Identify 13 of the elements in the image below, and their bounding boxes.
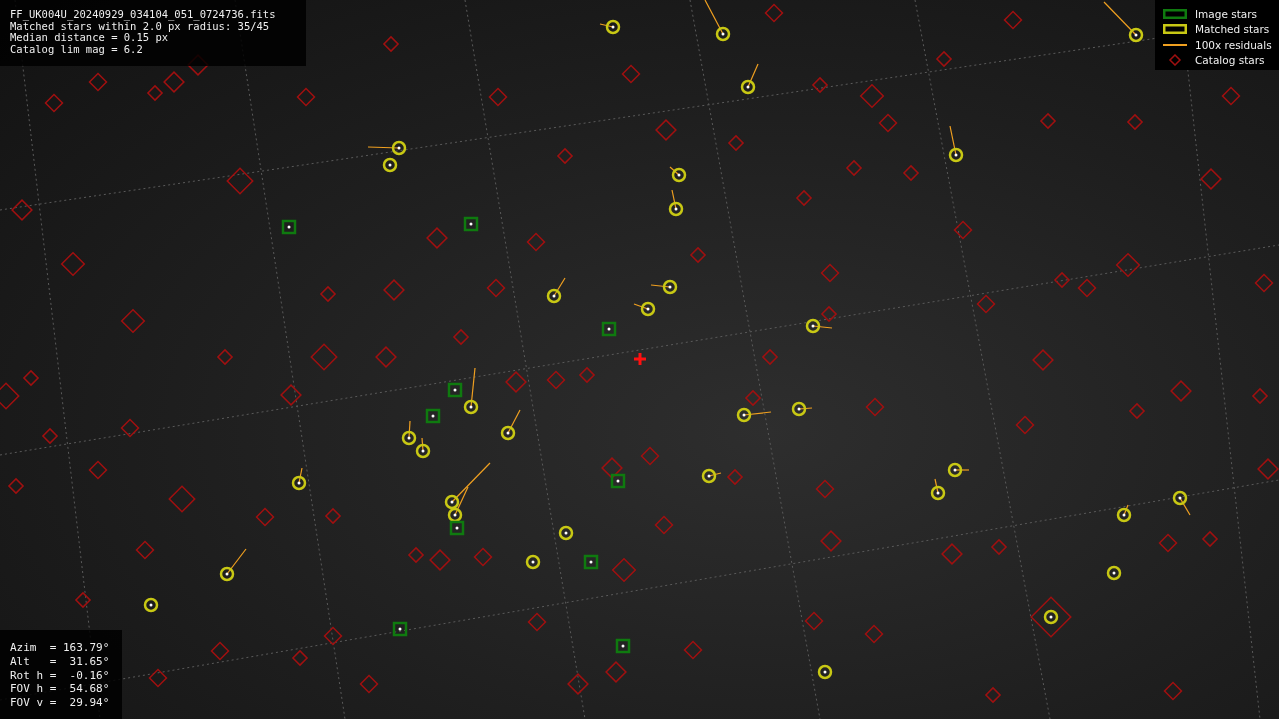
- info-text: Catalog lim mag = 6.2: [10, 43, 143, 55]
- legend-label: Matched stars: [1195, 23, 1270, 36]
- pointing-text: Azim = 163.79°: [10, 641, 110, 655]
- legend-label: Catalog stars: [1195, 54, 1265, 67]
- info-text: Matched stars within 2.0 px radius: 35/45: [10, 20, 270, 32]
- info-text: FF_UK004U_20240929_034104_051_0724736.fits: [10, 9, 276, 21]
- info-text: Median distance = 0.15 px: [10, 32, 169, 44]
- pointing-text: Rot h = -0.16°: [10, 668, 110, 683]
- legend-label: 100x residuals: [1195, 38, 1272, 51]
- pointing-text: FOV h = 54.68°: [10, 682, 110, 697]
- legend-label: Image stars: [1195, 7, 1258, 20]
- pointing-text: FOV v = 29.94°: [10, 696, 110, 710]
- pointing-text: Alt = 31.65°: [10, 654, 110, 669]
